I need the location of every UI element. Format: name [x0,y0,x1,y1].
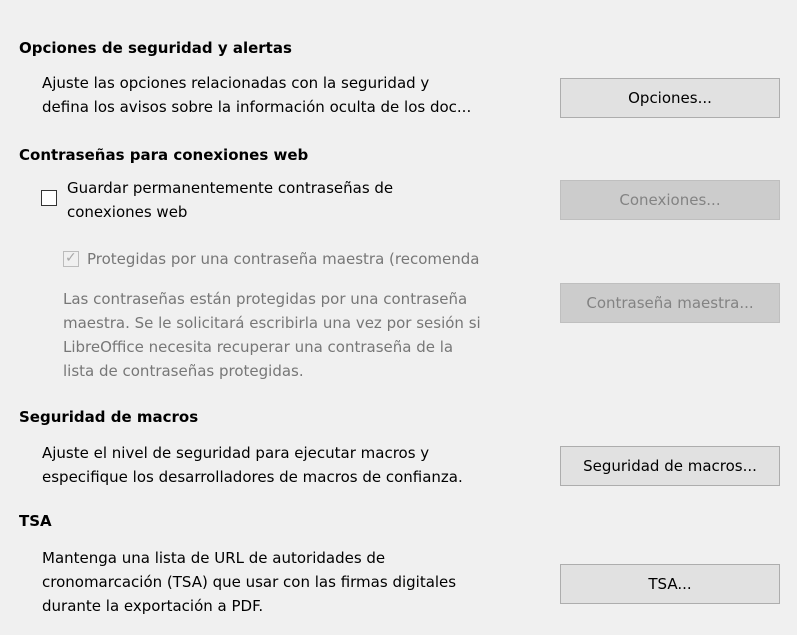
tsa-description-line-2: cronomarcación (TSA) que usar con las fi… [42,573,457,591]
macro-security-button[interactable]: Seguridad de macros... [560,446,780,486]
connections-button[interactable]: Conexiones... [560,180,780,220]
master-description-line-2: maestra. Se le solicitará escribirla una… [63,314,481,332]
security-options-description-line-2: defina los avisos sobre la información o… [42,98,472,116]
save-passwords-checkbox[interactable] [41,190,57,206]
master-description-line-4: lista de contraseñas protegidas. [63,362,304,380]
security-options-description-line-1: Ajuste las opciones relacionadas con la … [42,74,430,92]
tsa-heading: TSA [19,512,52,530]
master-password-checkbox[interactable]: ✓ [63,250,79,267]
macro-security-description-line-1: Ajuste el nivel de seguridad para ejecut… [42,444,430,462]
options-button[interactable]: Opciones... [560,78,780,118]
tsa-button[interactable]: TSA... [560,564,780,604]
master-password-checkbox-label[interactable]: Protegidas por una contraseña maestra (r… [87,247,479,271]
macro-security-heading: Seguridad de macros [19,408,199,426]
web-passwords-heading: Contraseñas para conexiones web [19,146,309,164]
tsa-description-line-3: durante la exportación a PDF. [42,597,264,615]
save-passwords-label-line-1[interactable]: Guardar permanentemente contraseñas de [67,176,393,200]
master-description-line-3: LibreOffice necesita recuperar una contr… [63,338,454,356]
tsa-description-line-1: Mantenga una lista de URL de autoridades… [42,549,386,567]
security-options-heading: Opciones de seguridad y alertas [19,39,292,57]
macro-security-description-line-2: especifique los desarrolladores de macro… [42,468,463,486]
master-description-line-1: Las contraseñas están protegidas por una… [63,290,468,308]
save-passwords-label-line-2[interactable]: conexiones web [67,200,187,224]
master-password-button[interactable]: Contraseña maestra... [560,283,780,323]
checkmark-icon: ✓ [65,250,77,266]
